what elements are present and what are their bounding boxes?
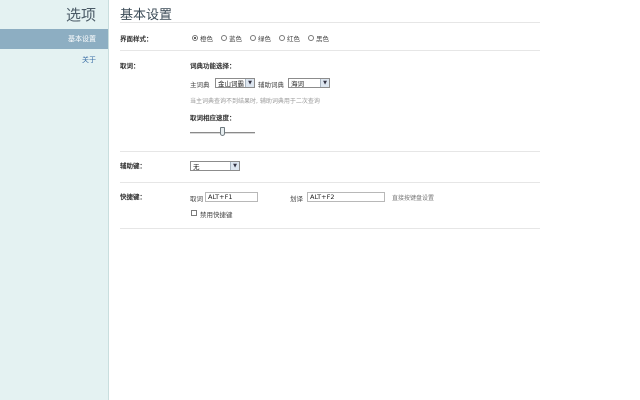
theme-radio-option[interactable]: 橙色: [192, 33, 213, 43]
main-dict-value: 金山词霸: [218, 80, 244, 88]
sidebar-item-about[interactable]: 关于: [82, 55, 96, 65]
hotkey-lookup-input[interactable]: ALT+F1: [205, 192, 258, 202]
title-divider: [120, 22, 540, 23]
row-divider: [120, 50, 540, 51]
hotkeys-label: 快捷键：: [120, 193, 146, 201]
theme-label: 界面样式：: [120, 35, 153, 43]
radio-icon: [308, 35, 314, 41]
modifier-value: 无: [193, 163, 200, 171]
modifier-label: 辅助键：: [120, 162, 146, 170]
dict-section-label: 词典功能选择：: [190, 62, 236, 70]
speed-label: 取词相应速度：: [190, 114, 236, 122]
theme-radio-label: 绿色: [258, 35, 271, 43]
row-divider: [120, 151, 540, 152]
lookup-label: 取词：: [120, 62, 140, 70]
hotkey-select-input[interactable]: ALT+F2: [307, 192, 385, 202]
hotkey-reset-link[interactable]: 直接按键盘设置: [392, 193, 434, 202]
hotkey-lookup-label: 取词: [190, 195, 203, 203]
hotkey-select-label: 划译: [290, 195, 303, 203]
aux-dict-select[interactable]: 海词 ▼: [288, 78, 330, 88]
sidebar-title: 选项: [65, 6, 96, 24]
radio-icon: [192, 35, 198, 41]
theme-radio-label: 红色: [287, 35, 300, 43]
radio-icon: [250, 35, 256, 41]
sidebar: 选项 基本设置 关于: [0, 0, 109, 400]
theme-radio-label: 橙色: [200, 35, 213, 43]
theme-radio-option[interactable]: 红色: [279, 33, 300, 43]
dict-hint: 当主词典查询不到结果时, 辅助词典用于二次查询: [190, 98, 320, 105]
chevron-down-icon: ▼: [320, 79, 329, 87]
aux-dict-value: 海词: [291, 80, 304, 88]
row-divider: [120, 228, 540, 229]
speed-slider-handle[interactable]: [220, 127, 225, 136]
main-dict-label: 主词典: [190, 81, 210, 89]
aux-dict-label: 辅助词典: [258, 81, 284, 89]
chevron-down-icon: ▼: [245, 79, 254, 87]
theme-radio-option[interactable]: 绿色: [250, 33, 271, 43]
radio-icon: [221, 35, 227, 41]
disable-hotkeys-label: 禁用快捷键: [200, 211, 233, 219]
row-divider: [120, 182, 540, 183]
theme-radio-label: 蓝色: [229, 35, 242, 43]
radio-icon: [279, 35, 285, 41]
sidebar-item-basic-settings[interactable]: 基本设置: [0, 29, 108, 49]
chevron-down-icon: ▼: [230, 162, 239, 170]
main-dict-select[interactable]: 金山词霸 ▼: [215, 78, 255, 88]
theme-radio-label: 黑色: [316, 35, 329, 43]
disable-hotkeys-checkbox[interactable]: [191, 210, 197, 216]
modifier-select[interactable]: 无 ▼: [190, 161, 240, 171]
theme-radio-option[interactable]: 蓝色: [221, 33, 242, 43]
page-title: 基本设置: [120, 8, 173, 23]
theme-radio-option[interactable]: 黑色: [308, 33, 329, 43]
